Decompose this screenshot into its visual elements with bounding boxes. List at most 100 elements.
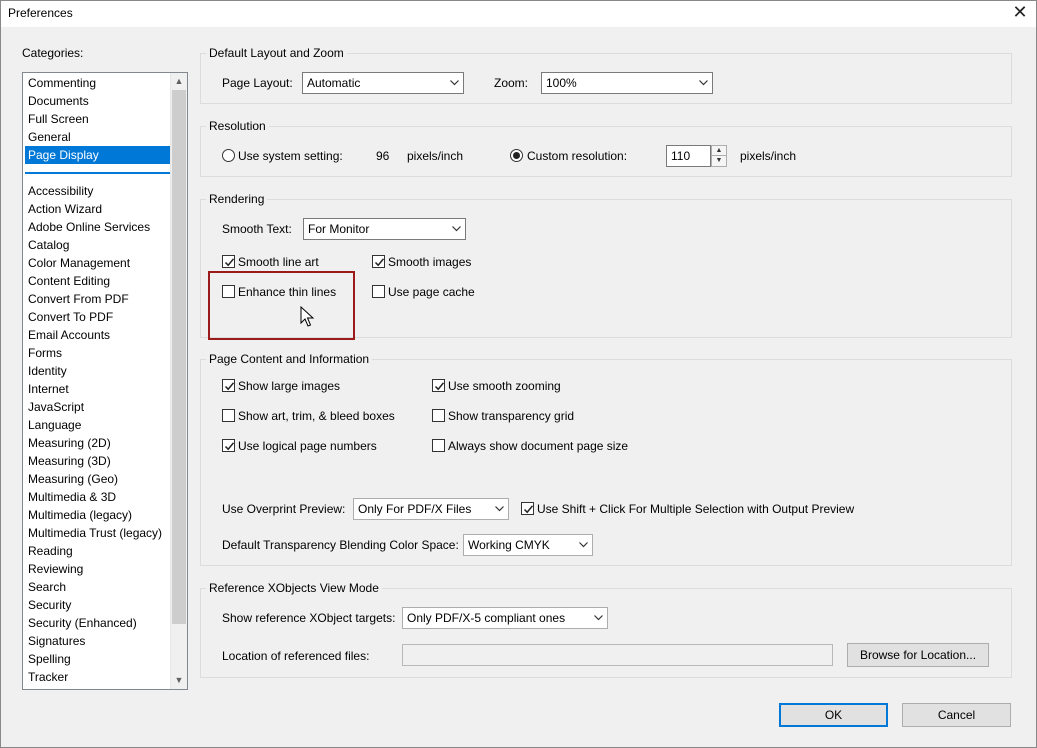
show-transparency-grid-checkbox[interactable] (432, 409, 445, 422)
categories-scrollbar[interactable]: ▲ ▼ (170, 73, 187, 689)
location-label: Location of referenced files: (222, 649, 370, 663)
scroll-down-arrow-icon[interactable]: ▼ (171, 672, 187, 689)
category-item-general[interactable]: General (25, 128, 171, 146)
category-item[interactable]: Multimedia & 3D (25, 488, 171, 506)
radio-selected-dot (513, 152, 520, 159)
use-logical-page-numbers-label: Use logical page numbers (238, 439, 377, 453)
category-item-documents[interactable]: Documents (25, 92, 171, 110)
category-item[interactable]: Accessibility (25, 182, 171, 200)
category-item[interactable]: Signatures (25, 632, 171, 650)
overprint-value: Only For PDF/X Files (358, 502, 472, 516)
smooth-images-label: Smooth images (388, 255, 472, 269)
cancel-button[interactable]: Cancel (902, 703, 1011, 727)
category-item[interactable]: Adobe Online Services (25, 218, 171, 236)
use-page-cache-checkbox[interactable] (372, 285, 385, 298)
blending-value: Working CMYK (468, 538, 550, 552)
zoom-label: Zoom: (494, 76, 529, 90)
checkmark-icon (224, 442, 235, 451)
category-item[interactable]: Color Management (25, 254, 171, 272)
page-layout-dropdown[interactable]: Automatic (302, 72, 464, 94)
scroll-thumb[interactable] (172, 90, 186, 624)
category-item[interactable]: JavaScript (25, 398, 171, 416)
category-item[interactable]: Content Editing (25, 272, 171, 290)
show-art-trim-bleed-checkbox[interactable] (222, 409, 235, 422)
use-smooth-zooming-checkbox[interactable] (432, 379, 445, 392)
use-logical-page-numbers-checkbox[interactable] (222, 439, 235, 452)
category-item[interactable]: Multimedia (legacy) (25, 506, 171, 524)
category-item[interactable]: Convert From PDF (25, 290, 171, 308)
smooth-text-dropdown[interactable]: For Monitor (303, 218, 466, 240)
chevron-down-icon (574, 535, 592, 555)
spin-up-icon[interactable]: ▲ (712, 146, 726, 156)
overprint-dropdown[interactable]: Only For PDF/X Files (353, 498, 509, 520)
location-input[interactable] (402, 644, 833, 666)
chevron-down-icon (490, 499, 508, 519)
category-item[interactable]: Language (25, 416, 171, 434)
categories-list[interactable]: Commenting Documents Full Screen General… (22, 72, 188, 690)
category-item[interactable]: Catalog (25, 236, 171, 254)
category-item[interactable]: Spelling (25, 650, 171, 668)
system-setting-radio[interactable] (222, 149, 235, 162)
category-item-full-screen[interactable]: Full Screen (25, 110, 171, 128)
highlight-annotation-box (208, 271, 355, 340)
category-item-commenting[interactable]: Commenting (25, 74, 171, 92)
category-item[interactable]: Search (25, 578, 171, 596)
zoom-value: 100% (546, 76, 577, 90)
category-item[interactable]: Tracker (25, 668, 171, 686)
category-item[interactable]: Forms (25, 344, 171, 362)
custom-resolution-input[interactable]: 110 (666, 145, 711, 167)
category-item[interactable]: Measuring (3D) (25, 452, 171, 470)
checkmark-icon (224, 382, 235, 391)
category-item[interactable]: Measuring (Geo) (25, 470, 171, 488)
window-title: Preferences (8, 6, 73, 20)
shift-click-checkbox[interactable] (521, 502, 534, 515)
always-show-page-size-label: Always show document page size (448, 439, 629, 453)
rendering-title: Rendering (206, 192, 268, 206)
spin-down-icon[interactable]: ▼ (712, 156, 726, 166)
category-item[interactable]: Identity (25, 362, 171, 380)
scroll-up-arrow-icon[interactable]: ▲ (171, 73, 187, 90)
use-smooth-zooming-label: Use smooth zooming (448, 379, 561, 393)
checkmark-icon (224, 258, 235, 267)
blending-dropdown[interactable]: Working CMYK (463, 534, 593, 556)
category-item[interactable]: Internet (25, 380, 171, 398)
category-item[interactable]: Security (Enhanced) (25, 614, 171, 632)
blending-label: Default Transparency Blending Color Spac… (222, 538, 459, 552)
shift-click-label: Use Shift + Click For Multiple Selection… (537, 502, 855, 516)
close-icon[interactable]: ✕ (1012, 2, 1028, 22)
show-large-images-checkbox[interactable] (222, 379, 235, 392)
overprint-label: Use Overprint Preview: (222, 502, 346, 516)
xobject-targets-dropdown[interactable]: Only PDF/X-5 compliant ones (402, 607, 608, 629)
checkmark-icon (374, 258, 385, 267)
smooth-line-art-checkbox[interactable] (222, 255, 235, 268)
page-layout-label: Page Layout: (222, 76, 293, 90)
category-item[interactable]: Action Wizard (25, 200, 171, 218)
system-resolution-value: 96 (376, 149, 390, 163)
categories-label: Categories: (22, 46, 84, 60)
mouse-pointer-icon (300, 305, 315, 331)
xobject-targets-value: Only PDF/X-5 compliant ones (407, 611, 566, 625)
custom-resolution-radio[interactable] (510, 149, 523, 162)
category-item[interactable]: Measuring (2D) (25, 434, 171, 452)
category-item[interactable]: Email Accounts (25, 326, 171, 344)
custom-resolution-unit: pixels/inch (740, 149, 797, 163)
category-item[interactable]: Multimedia Trust (legacy) (25, 524, 171, 542)
smooth-images-checkbox[interactable] (372, 255, 385, 268)
checkmark-icon (523, 505, 534, 514)
checkmark-icon (434, 382, 445, 391)
category-item[interactable]: Security (25, 596, 171, 614)
zoom-dropdown[interactable]: 100% (541, 72, 713, 94)
browse-location-button[interactable]: Browse for Location... (847, 643, 989, 667)
category-item-page-display[interactable]: Page Display (25, 146, 171, 164)
show-art-trim-bleed-label: Show art, trim, & bleed boxes (238, 409, 395, 423)
page-layout-value: Automatic (307, 76, 361, 90)
category-item[interactable]: Convert To PDF (25, 308, 171, 326)
resolution-spinner[interactable]: ▲ ▼ (711, 145, 727, 167)
ok-button[interactable]: OK (779, 703, 888, 727)
chevron-down-icon (445, 73, 463, 93)
smooth-text-label: Smooth Text: (222, 222, 292, 236)
always-show-page-size-checkbox[interactable] (432, 439, 445, 452)
category-item[interactable]: Reviewing (25, 560, 171, 578)
use-page-cache-label: Use page cache (388, 285, 475, 299)
category-item[interactable]: Reading (25, 542, 171, 560)
